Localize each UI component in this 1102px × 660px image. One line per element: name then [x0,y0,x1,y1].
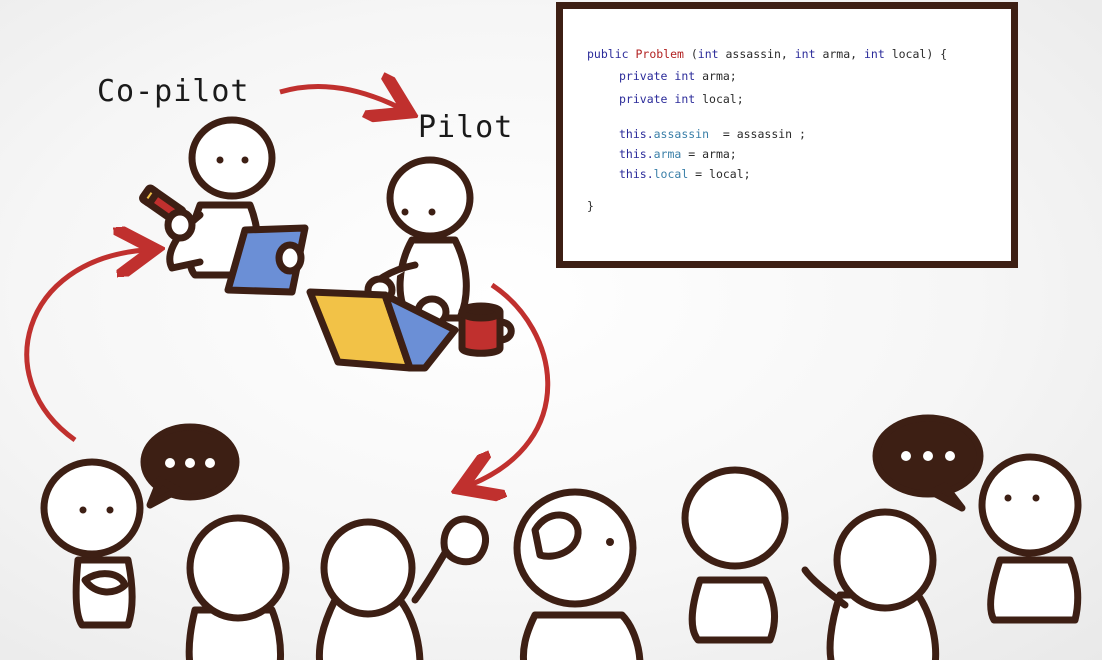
code-token: = assassin ; [709,127,806,141]
code-token: ( [683,47,698,61]
code-token: Problem [635,47,684,61]
audience-member-pointing [801,508,940,660]
code-token: local; [695,92,744,106]
code-token: int [674,69,696,83]
audience-member-hand-raised [315,515,489,660]
code-token: this. [619,127,654,141]
code-line: this.arma = arma; [619,147,737,161]
coffee-mug-icon [458,302,515,357]
code-token: arma, [815,47,864,61]
code-token: assassin, [718,47,795,61]
code-token: assassin [653,127,710,141]
code-token: int [697,47,719,61]
code-token: arma; [695,69,737,83]
audience-member-thinking [40,458,144,629]
arrow-copilot-to-pilot [279,86,400,108]
audience-member-laughing [513,488,644,660]
code-line: this.local = local; [619,167,751,181]
speech-bubble-left-icon [140,423,240,509]
pilot-figure [306,156,515,372]
code-token: local) { [884,47,948,61]
speech-bubble-right-icon [872,414,984,512]
code-line: public Problem (int assassin, int arma, … [587,47,947,61]
code-token: = local; [688,167,751,181]
code-board: public Problem (int assassin, int arma, … [556,2,1018,268]
code-token: this. [619,167,654,181]
code-token: private [619,92,675,106]
code-token: public [587,47,636,61]
audience-member-2 [185,514,290,660]
audience [40,414,1082,660]
copilot-figure [139,116,309,296]
audience-member-4 [681,466,789,644]
code-line: private int arma; [619,69,737,83]
arrow-audience-to-copilot [24,250,145,443]
code-token: } [587,199,594,213]
code-token: int [864,47,885,61]
pilot-label: Pilot [418,110,514,145]
code-token: private [619,69,675,83]
code-line: this.assassin = assassin ; [619,127,806,141]
code-token: int [794,47,816,61]
code-line: private int local; [619,92,744,106]
code-token: local [653,167,689,181]
code-token: = arma; [681,147,737,161]
audience-member-6 [978,453,1082,624]
copilot-label: Co-pilot [97,74,250,109]
code-line: } [587,199,594,213]
code-token: arma [653,147,682,161]
code-token: this. [619,147,654,161]
code-token: int [674,92,696,106]
